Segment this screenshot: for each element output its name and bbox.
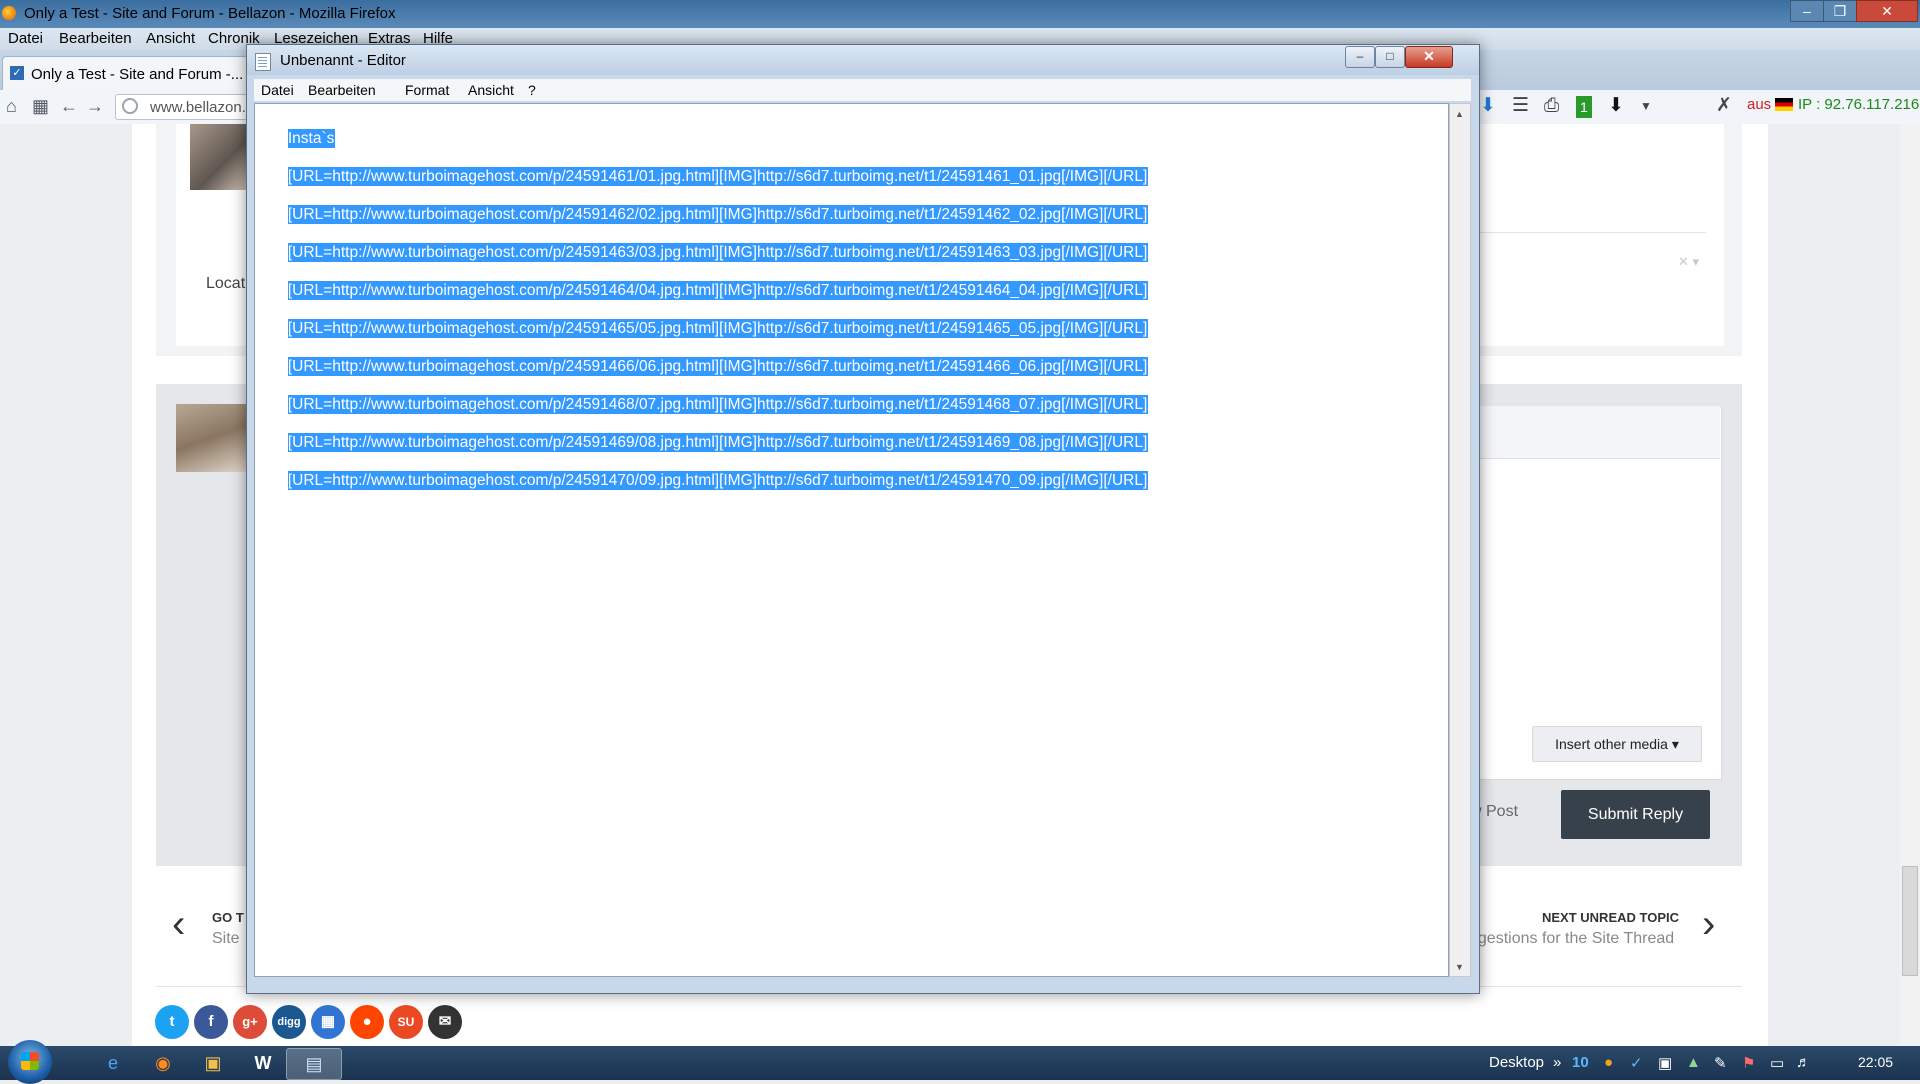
next-unread-topic-label[interactable]: NEXT UNREAD TOPIC bbox=[1542, 910, 1679, 925]
avatar[interactable] bbox=[190, 124, 246, 190]
tray-window-icon[interactable]: ▣ bbox=[1658, 1054, 1672, 1072]
reply-editor[interactable] bbox=[1470, 406, 1722, 780]
text-line: [URL=http://www.turboimagehost.com/p/245… bbox=[287, 357, 1149, 376]
firefox-minimize-button[interactable]: – bbox=[1790, 0, 1824, 22]
go-to-topic-label[interactable]: GO T bbox=[212, 910, 244, 925]
google-plus-icon[interactable]: g+ bbox=[233, 1005, 267, 1039]
notepad-title: Unbenannt - Editor bbox=[280, 52, 406, 69]
download-arrow-icon[interactable]: ⬇ bbox=[1480, 95, 1496, 117]
chevron-right-icon[interactable]: › bbox=[1702, 904, 1715, 944]
np-menu-bearbeiten[interactable]: Bearbeiten bbox=[308, 82, 376, 98]
firefox-maximize-button[interactable]: ❐ bbox=[1823, 0, 1857, 22]
tray-orange-icon[interactable]: ● bbox=[1604, 1054, 1613, 1071]
firefox-taskbar-icon[interactable]: ◉ bbox=[136, 1048, 190, 1078]
text-line: [URL=http://www.turboimagehost.com/p/245… bbox=[287, 205, 1149, 224]
text-line: [URL=http://www.turboimagehost.com/p/245… bbox=[287, 395, 1149, 414]
clock: 22:05 bbox=[1858, 1054, 1894, 1070]
home-icon[interactable]: ⌂ bbox=[6, 96, 17, 117]
word-icon[interactable]: W bbox=[236, 1048, 290, 1078]
firefox-window-title: Only a Test - Site and Forum - Bellazon … bbox=[24, 5, 396, 22]
np-menu-format[interactable]: Format bbox=[405, 82, 449, 98]
x-addon-icon[interactable]: ✗ bbox=[1716, 95, 1732, 117]
scroll-up-icon[interactable]: ▲ bbox=[1455, 109, 1464, 119]
scroll-down-icon[interactable]: ▼ bbox=[1455, 962, 1464, 972]
chevron-right-double-icon[interactable]: » bbox=[1553, 1054, 1561, 1071]
globe-icon bbox=[122, 98, 138, 114]
notepad-maximize-button[interactable]: □ bbox=[1375, 46, 1405, 68]
start-button[interactable] bbox=[8, 1040, 52, 1084]
green-counter-icon[interactable]: 1 bbox=[1576, 96, 1592, 118]
black-down-arrow-icon[interactable]: ⬇ bbox=[1608, 95, 1624, 117]
notepad-close-button[interactable]: ✕ bbox=[1405, 46, 1453, 68]
text-line: [URL=http://www.turboimagehost.com/p/245… bbox=[287, 243, 1149, 262]
taskbar: e ◉ ▣ W ▤ Desktop » 10 ● ✓ ▣ ▲ ✎ ⚑ ▭ ♬ 2… bbox=[0, 1040, 1920, 1084]
insert-other-media-button[interactable]: Insert other media ▾ bbox=[1532, 726, 1702, 762]
ip-address-label: IP : 92.76.117.216 bbox=[1798, 96, 1920, 113]
save-download-icon[interactable]: ⎙ bbox=[1544, 95, 1559, 117]
notepad-window: Unbenannt - Editor – □ ✕ Datei Bearbeite… bbox=[246, 44, 1480, 994]
reddit-icon[interactable]: ● bbox=[350, 1005, 384, 1039]
ff-menu-bearbeiten[interactable]: Bearbeiten bbox=[59, 30, 132, 47]
notepad-taskbar-icon[interactable]: ▤ bbox=[286, 1048, 342, 1080]
np-menu-ansicht[interactable]: Ansicht bbox=[468, 82, 514, 98]
ff-menu-datei[interactable]: Datei bbox=[8, 30, 43, 47]
tray-network-icon[interactable]: ▲ bbox=[1686, 1054, 1701, 1071]
submit-reply-button[interactable]: Submit Reply bbox=[1561, 790, 1710, 839]
firefox-close-button[interactable]: ✕ bbox=[1856, 0, 1918, 22]
facebook-icon[interactable]: f bbox=[194, 1005, 228, 1039]
stumbleupon-icon[interactable]: SU bbox=[389, 1005, 423, 1039]
tray-check-icon[interactable]: ✓ bbox=[1630, 1054, 1643, 1072]
tray-pen-icon[interactable]: ✎ bbox=[1714, 1054, 1727, 1072]
firefox-logo-icon bbox=[2, 6, 16, 20]
volume-icon[interactable]: ♬ bbox=[1796, 1054, 1811, 1071]
desktop-toolbar-label[interactable]: Desktop bbox=[1489, 1054, 1544, 1071]
text-line: [URL=http://www.turboimagehost.com/p/245… bbox=[287, 319, 1149, 338]
avatar bbox=[176, 404, 246, 472]
notepad-titlebar[interactable]: Unbenannt - Editor – □ ✕ bbox=[247, 45, 1479, 75]
page-scrollbar-thumb[interactable] bbox=[1902, 866, 1918, 976]
text-line: [URL=http://www.turboimagehost.com/p/245… bbox=[287, 433, 1149, 452]
chevron-left-icon[interactable]: ‹ bbox=[172, 904, 185, 944]
browser-tab[interactable]: ✓ Only a Test - Site and Forum -... bbox=[2, 56, 254, 91]
bellazon-favicon-icon: ✓ bbox=[10, 66, 24, 80]
tray-flag-icon[interactable]: ⚑ bbox=[1742, 1054, 1755, 1072]
tray-badge[interactable]: 10 bbox=[1572, 1054, 1589, 1071]
notepad-text-area[interactable]: Insta`s [URL=http://www.turboimagehost.c… bbox=[254, 103, 1449, 977]
url-text: www.bellazon. bbox=[150, 99, 246, 116]
back-arrow-icon[interactable]: ← bbox=[60, 96, 78, 117]
browser-tab-label: Only a Test - Site and Forum -... bbox=[31, 66, 244, 83]
selected-text-block: Insta`s [URL=http://www.turboimagehost.c… bbox=[262, 110, 1149, 509]
go-to-topic-sub[interactable]: Site bbox=[212, 930, 240, 948]
text-line: [URL=http://www.turboimagehost.com/p/245… bbox=[287, 471, 1149, 490]
notepad-minimize-button[interactable]: – bbox=[1345, 46, 1375, 68]
ff-menu-ansicht[interactable]: Ansicht bbox=[146, 30, 195, 47]
german-flag-icon bbox=[1775, 98, 1793, 111]
close-icon[interactable]: ✕ ▾ bbox=[1678, 254, 1699, 270]
notepad-menubar: Datei Bearbeiten Format Ansicht ? bbox=[254, 79, 1471, 101]
np-menu-help[interactable]: ? bbox=[528, 82, 536, 98]
text-line: [URL=http://www.turboimagehost.com/p/245… bbox=[287, 167, 1149, 186]
post-location-label: Locat bbox=[206, 275, 246, 292]
delicious-icon[interactable]: ▦ bbox=[311, 1005, 345, 1039]
dropdown-caret-icon[interactable]: ▼ bbox=[1640, 95, 1652, 117]
bookmark-icon[interactable]: ▦ bbox=[32, 96, 49, 117]
twitter-icon[interactable]: t bbox=[155, 1005, 189, 1039]
tray-monitor-icon[interactable]: ▭ bbox=[1770, 1054, 1784, 1072]
email-icon[interactable]: ✉ bbox=[428, 1005, 462, 1039]
firefox-titlebar: Only a Test - Site and Forum - Bellazon … bbox=[0, 0, 1920, 28]
next-unread-topic-title[interactable]: ggestions for the Site Thread bbox=[1469, 930, 1674, 948]
notepad-icon bbox=[255, 53, 271, 71]
notepad-scrollbar[interactable]: ▲ ▼ bbox=[1449, 103, 1471, 977]
digg-icon[interactable]: digg bbox=[272, 1005, 306, 1039]
forward-arrow-icon[interactable]: → bbox=[86, 96, 104, 117]
addon-aus-label: aus bbox=[1747, 96, 1772, 113]
internet-explorer-icon[interactable]: e bbox=[86, 1048, 140, 1078]
np-menu-datei[interactable]: Datei bbox=[261, 82, 294, 98]
text-line: Insta`s bbox=[287, 129, 336, 148]
text-line: [URL=http://www.turboimagehost.com/p/245… bbox=[287, 281, 1149, 300]
menu-lines-icon[interactable]: ☰ bbox=[1512, 95, 1529, 117]
reply-editor-toolbar bbox=[1470, 406, 1720, 459]
explorer-folder-icon[interactable]: ▣ bbox=[186, 1048, 240, 1078]
